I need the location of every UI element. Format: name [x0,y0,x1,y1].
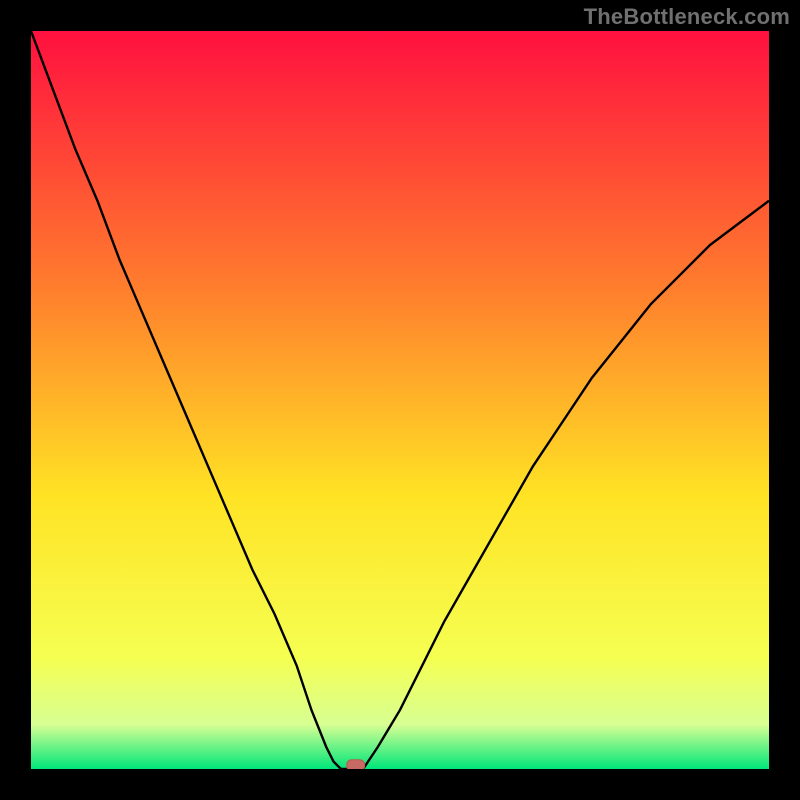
chart-frame: TheBottleneck.com [0,0,800,800]
gradient-background [31,31,769,769]
chart-svg [31,31,769,769]
plot-area [31,31,769,769]
optimum-marker [347,760,365,769]
watermark-text: TheBottleneck.com [584,4,790,30]
